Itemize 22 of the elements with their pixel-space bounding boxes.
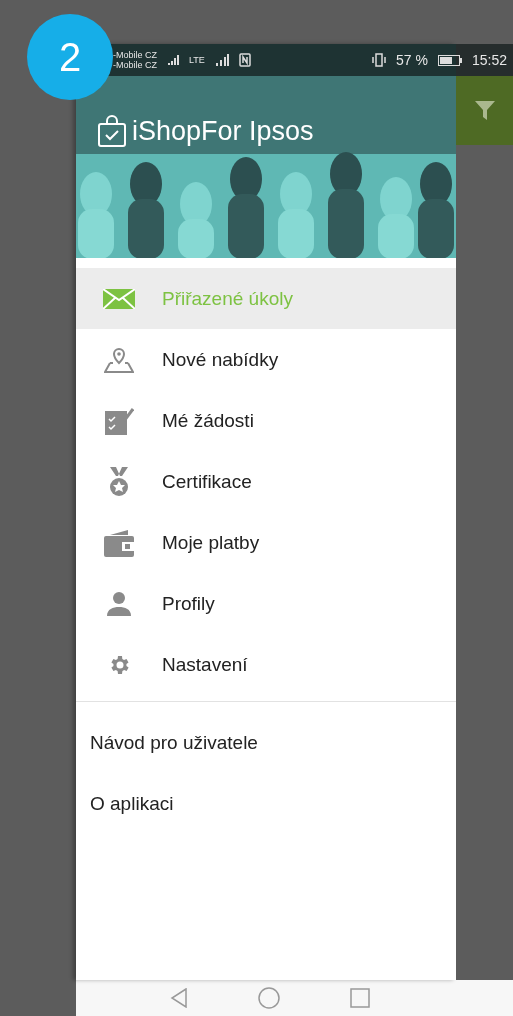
menu-item[interactable]: Nové nabídky [76, 329, 456, 390]
menu-link[interactable]: Návod pro uživatele [76, 712, 272, 773]
menu-item[interactable]: Certifikace [76, 451, 456, 512]
menu-item-label: Nastavení [162, 653, 248, 676]
menu-item[interactable]: Mé žádosti [76, 390, 456, 451]
app-title: iShopFor Ipsos [132, 115, 314, 147]
network-type: LTE [189, 55, 205, 65]
menu-item-label: Přiřazené úkoly [162, 287, 293, 310]
carrier-name: -Mobile CZ [113, 60, 157, 70]
menu-item-label: Mé žádosti [162, 409, 254, 432]
battery-percent: 57 % [396, 52, 428, 68]
carrier-name: -Mobile CZ [113, 50, 157, 60]
menu-item[interactable]: Nastavení [76, 634, 456, 695]
menu-item[interactable]: Profily [76, 573, 456, 634]
menu-item-label: Moje platby [162, 531, 260, 554]
menu-link[interactable]: O aplikaci [76, 773, 188, 834]
menu-item-label: Profily [162, 592, 215, 615]
menu-item-label: Nové nabídky [162, 348, 279, 371]
menu-item-label: Certifikace [162, 470, 252, 493]
clock: 15:52 [471, 52, 507, 68]
step-badge: 2 [27, 14, 113, 100]
menu-item[interactable]: Moje platby [76, 512, 456, 573]
